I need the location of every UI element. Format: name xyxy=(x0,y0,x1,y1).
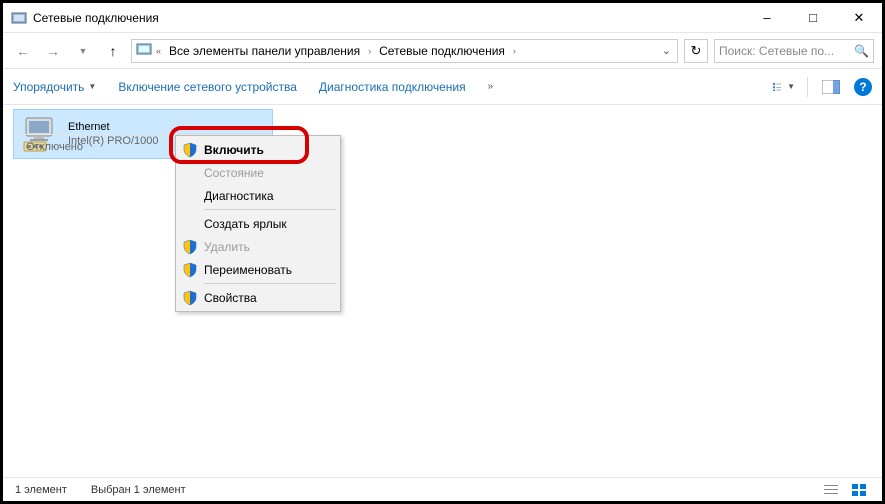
diagnose-button[interactable]: Диагностика подключения xyxy=(319,80,466,94)
overflow-button[interactable]: » xyxy=(488,81,494,92)
chevron-icon[interactable]: « xyxy=(154,46,163,56)
search-icon[interactable]: 🔍 xyxy=(854,44,869,58)
address-box[interactable]: « Все элементы панели управления › Сетев… xyxy=(131,39,678,63)
ctx-create-shortcut[interactable]: Создать ярлык xyxy=(178,212,338,235)
history-dropdown[interactable]: ⌄ xyxy=(660,44,673,57)
ctx-properties[interactable]: Свойства xyxy=(178,286,338,309)
organize-menu[interactable]: Упорядочить ▼ xyxy=(13,80,96,94)
back-button[interactable]: ← xyxy=(11,39,35,63)
titlebar: Сетевые подключения – □ ✕ xyxy=(3,3,882,33)
preview-pane-button[interactable] xyxy=(820,78,842,96)
window-title: Сетевые подключения xyxy=(33,11,744,25)
search-placeholder: Поиск: Сетевые по... xyxy=(719,44,850,58)
connection-details: Ethernet Отключено Intel(R) PRO/1000 xyxy=(68,120,158,148)
dropdown-icon: ▼ xyxy=(88,82,96,91)
breadcrumb-seg-1[interactable]: Все элементы панели управления xyxy=(165,44,364,58)
minimize-button[interactable]: – xyxy=(744,3,790,32)
chevron-icon[interactable]: › xyxy=(366,46,373,56)
enable-device-button[interactable]: Включение сетевого устройства xyxy=(118,80,297,94)
connection-status: Отключено xyxy=(68,134,158,148)
large-icons-view-button[interactable] xyxy=(848,482,870,498)
selection-count: Выбран 1 элемент xyxy=(91,484,186,496)
ctx-delete: Удалить xyxy=(178,235,338,258)
app-icon xyxy=(11,10,27,26)
connection-name: Ethernet xyxy=(68,120,158,134)
ctx-diagnose[interactable]: Диагностика xyxy=(178,184,338,207)
view-options-button[interactable]: ▼ xyxy=(773,78,795,96)
details-view-button[interactable] xyxy=(820,482,842,498)
help-button[interactable]: ? xyxy=(854,78,872,96)
toolbar: Упорядочить ▼ Включение сетевого устройс… xyxy=(3,69,882,105)
refresh-button[interactable]: ↻ xyxy=(684,39,708,63)
shield-icon xyxy=(182,239,198,255)
item-count: 1 элемент xyxy=(15,484,67,496)
control-panel-icon xyxy=(136,41,152,60)
separator xyxy=(204,209,336,210)
context-menu: Включить Состояние Диагностика Создать я… xyxy=(175,135,341,312)
breadcrumb-seg-2[interactable]: Сетевые подключения xyxy=(375,44,509,58)
status-bar: 1 элемент Выбран 1 элемент xyxy=(3,477,882,501)
maximize-button[interactable]: □ xyxy=(790,3,836,32)
separator xyxy=(807,77,808,97)
ctx-rename[interactable]: Переименовать xyxy=(178,258,338,281)
shield-icon xyxy=(182,290,198,306)
content-area[interactable]: Ethernet Отключено Intel(R) PRO/1000 Вкл… xyxy=(3,105,882,481)
chevron-icon[interactable]: › xyxy=(511,46,518,56)
ctx-status: Состояние xyxy=(178,161,338,184)
address-bar: ← → ▼ ↑ « Все элементы панели управления… xyxy=(3,33,882,69)
ctx-enable[interactable]: Включить xyxy=(178,138,338,161)
up-button[interactable]: ↑ xyxy=(101,39,125,63)
recent-button[interactable]: ▼ xyxy=(71,39,95,63)
shield-icon xyxy=(182,262,198,278)
shield-icon xyxy=(182,142,198,158)
close-button[interactable]: ✕ xyxy=(836,3,882,32)
separator xyxy=(204,283,336,284)
forward-button: → xyxy=(41,39,65,63)
search-input[interactable]: Поиск: Сетевые по... 🔍 xyxy=(714,39,874,63)
